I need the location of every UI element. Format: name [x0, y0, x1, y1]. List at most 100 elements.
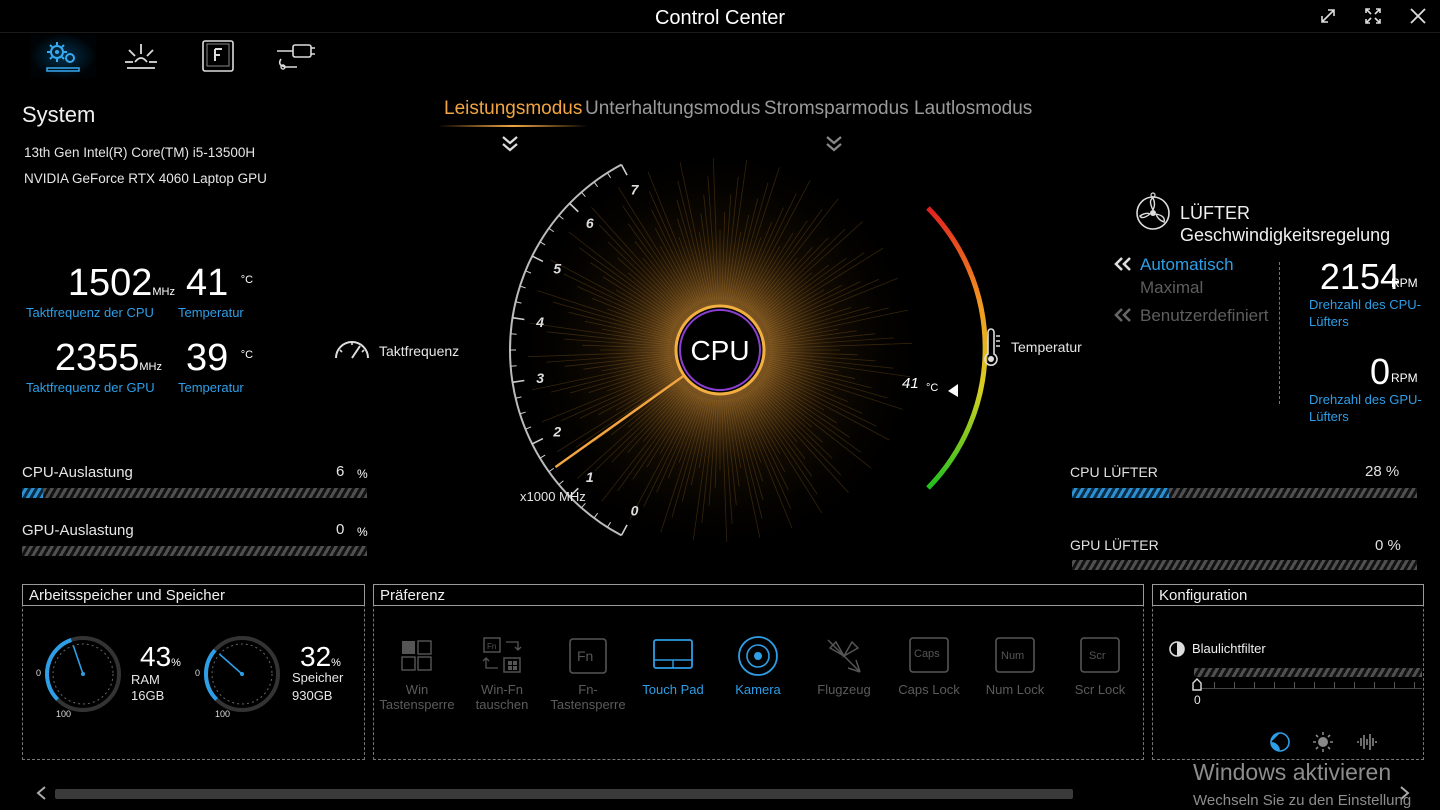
cpu-fan-percent: 28 %	[1365, 463, 1400, 480]
pref-win-lock-label: Win Tastensperre	[379, 682, 455, 712]
cpu-fan-rpm-unit: RPM	[1391, 276, 1418, 290]
cpu-gauge: 0 1 2 3 4 5 6 7 CPU 41 °C x1000 MHz	[509, 150, 988, 560]
cpu-fan-label: CPU LÜFTER	[1070, 464, 1158, 480]
storage-percent: 32	[300, 641, 332, 672]
swap-fn-key-text: Fn	[487, 642, 496, 651]
active-mode-underline	[438, 125, 588, 127]
activation-watermark-text: Wechseln Sie zu den Einstellung	[1193, 792, 1412, 809]
ram-size: 16GB	[131, 688, 165, 703]
fan-mode-max[interactable]: Maximal	[1140, 278, 1203, 298]
fan-mode-custom[interactable]: Benutzerdefiniert	[1140, 306, 1269, 326]
scr-key-text: Scr	[1089, 650, 1106, 662]
cpu-temp-unit: °C	[240, 274, 254, 286]
num-key-text: Num	[1001, 650, 1024, 662]
bluelight-label: Blaulichtfilter	[1192, 641, 1266, 656]
mode-tab-lautlos[interactable]: Lautlosmodus	[914, 98, 1032, 120]
fan-title-line1: LÜFTER	[1180, 203, 1251, 223]
cpu-clock-value: 1502	[67, 262, 153, 304]
gpu-load-bar	[22, 546, 367, 556]
caps-lock-icon: Caps	[909, 637, 949, 673]
ram-percent-unit: %	[171, 657, 181, 669]
nav-lighting-tab[interactable]	[108, 34, 174, 78]
cpu-fan-rpm-label: Drehzahl des CPU-Lüfters	[1309, 297, 1421, 329]
mode-tab-unterhaltung[interactable]: Unterhaltungsmodus	[585, 98, 760, 120]
restore-icon	[1321, 9, 1335, 23]
ram-dial: 0 100	[36, 636, 121, 719]
pref-num-lock-label: Num Lock	[985, 682, 1045, 697]
fn-key-icon: Fn	[569, 638, 607, 674]
lighting-icon	[125, 44, 157, 69]
touchpad-icon	[653, 639, 693, 669]
cpu-load-value: 6	[336, 463, 345, 480]
gpu-clock-label: Taktfrequenz der GPU	[26, 380, 155, 395]
temperature-arc	[926, 206, 988, 490]
bluelight-slider-ticks	[1194, 682, 1422, 689]
cpu-name: 13th Gen Intel(R) Core(TM) i5-13500H	[24, 145, 256, 160]
pref-caps-lock-label: Caps Lock	[898, 682, 960, 697]
gpu-name: NVIDIA GeForce RTX 4060 Laptop GPU	[24, 171, 267, 186]
storage-percent-unit: %	[331, 657, 341, 669]
gpu-fan-rpm: 0	[1369, 351, 1390, 392]
sound-wave-icon[interactable]	[1355, 731, 1379, 753]
pref-win-fn-swap-label: Win-Fn tauschen	[475, 682, 529, 712]
bluelight-slider[interactable]	[1194, 668, 1422, 677]
storage-label: Speicher	[292, 670, 344, 685]
pref-win-fn-swap[interactable]: Fn Win-Fn tauschen	[462, 630, 542, 712]
memory-panel-title: Arbeitsspeicher und Speicher	[22, 584, 365, 606]
mode-tab-leistung[interactable]: Leistungsmodus	[444, 98, 582, 120]
gpu-fan-percent: 0 %	[1375, 537, 1401, 554]
window-title: Control Center	[654, 7, 786, 29]
scroll-lock-icon: Scr	[1080, 637, 1120, 673]
close-button[interactable]	[1403, 4, 1433, 28]
gauge-left-label: Taktfrequenz	[379, 343, 460, 359]
pref-airplane-label: Flugzeug	[817, 682, 871, 697]
pref-touchpad[interactable]: Touch Pad	[633, 630, 713, 697]
gpu-load-value: 0	[336, 521, 345, 538]
thermometer-icon	[984, 328, 1000, 366]
nav-hardware-tab[interactable]	[262, 34, 328, 78]
maximize-icon	[1365, 8, 1381, 24]
gauge-right-label: Temperatur	[1011, 339, 1082, 355]
pref-win-lock[interactable]: Win Tastensperre	[377, 630, 457, 712]
nav-system-tab[interactable]	[30, 34, 96, 78]
clock-scale-label: 3	[536, 370, 544, 386]
gpu-load-label: GPU-Auslastung	[22, 522, 134, 539]
gpu-fan-rpm-unit: RPM	[1391, 371, 1418, 385]
cpu-fan-bar	[1072, 488, 1417, 498]
preference-panel-title: Präferenz	[373, 584, 1144, 606]
cpu-load-unit: %	[357, 467, 368, 481]
nav-function-key-tab[interactable]	[185, 34, 251, 78]
slider-handle[interactable]	[1191, 677, 1203, 691]
restore-button[interactable]	[1313, 4, 1343, 28]
activation-watermark-title: Windows aktivieren	[1193, 759, 1392, 785]
pref-airplane[interactable]: Flugzeug	[804, 630, 884, 697]
gpu-fan-rpm-label: Drehzahl des GPU-Lüfters	[1309, 392, 1422, 424]
gauge-center-label: CPU	[690, 335, 749, 366]
gpu-temp-value: 39	[186, 337, 229, 379]
pref-fn-lock[interactable]: Fn Fn-Tastensperre	[548, 630, 628, 712]
storage-size: 930GB	[292, 688, 333, 703]
pref-scroll-lock[interactable]: Scr Scr Lock	[1060, 630, 1140, 697]
pref-caps-lock[interactable]: Caps Caps Lock	[889, 630, 969, 697]
clock-scale-label: 7	[631, 181, 640, 197]
pref-camera[interactable]: Kamera	[718, 630, 798, 697]
horizontal-scrollbar[interactable]	[55, 789, 1073, 799]
maximize-button[interactable]	[1358, 4, 1388, 28]
temp-pointer	[948, 384, 958, 397]
pref-num-lock[interactable]: Num Num Lock	[975, 630, 1055, 697]
brightness-icon[interactable]	[1312, 731, 1334, 753]
storage-dial: 0 100	[195, 636, 280, 719]
gpu-load-unit: %	[357, 525, 368, 539]
gauge-temp-unit: °C	[926, 382, 938, 394]
swap-icon: Fn	[482, 637, 522, 673]
mode-tab-stromspar[interactable]: Stromsparmodus	[764, 98, 909, 120]
system-heading: System	[22, 102, 96, 127]
cpu-clock-unit: MHz	[152, 286, 175, 298]
ram-dial-max: 100	[56, 709, 71, 719]
fan-mode-auto[interactable]: Automatisch	[1140, 255, 1234, 275]
close-icon	[1410, 8, 1426, 24]
storage-dial-max: 100	[215, 709, 230, 719]
scroll-left-icon[interactable]	[34, 785, 48, 801]
function-key-icon	[202, 40, 234, 72]
bluelight-mode-icon[interactable]	[1269, 731, 1291, 753]
